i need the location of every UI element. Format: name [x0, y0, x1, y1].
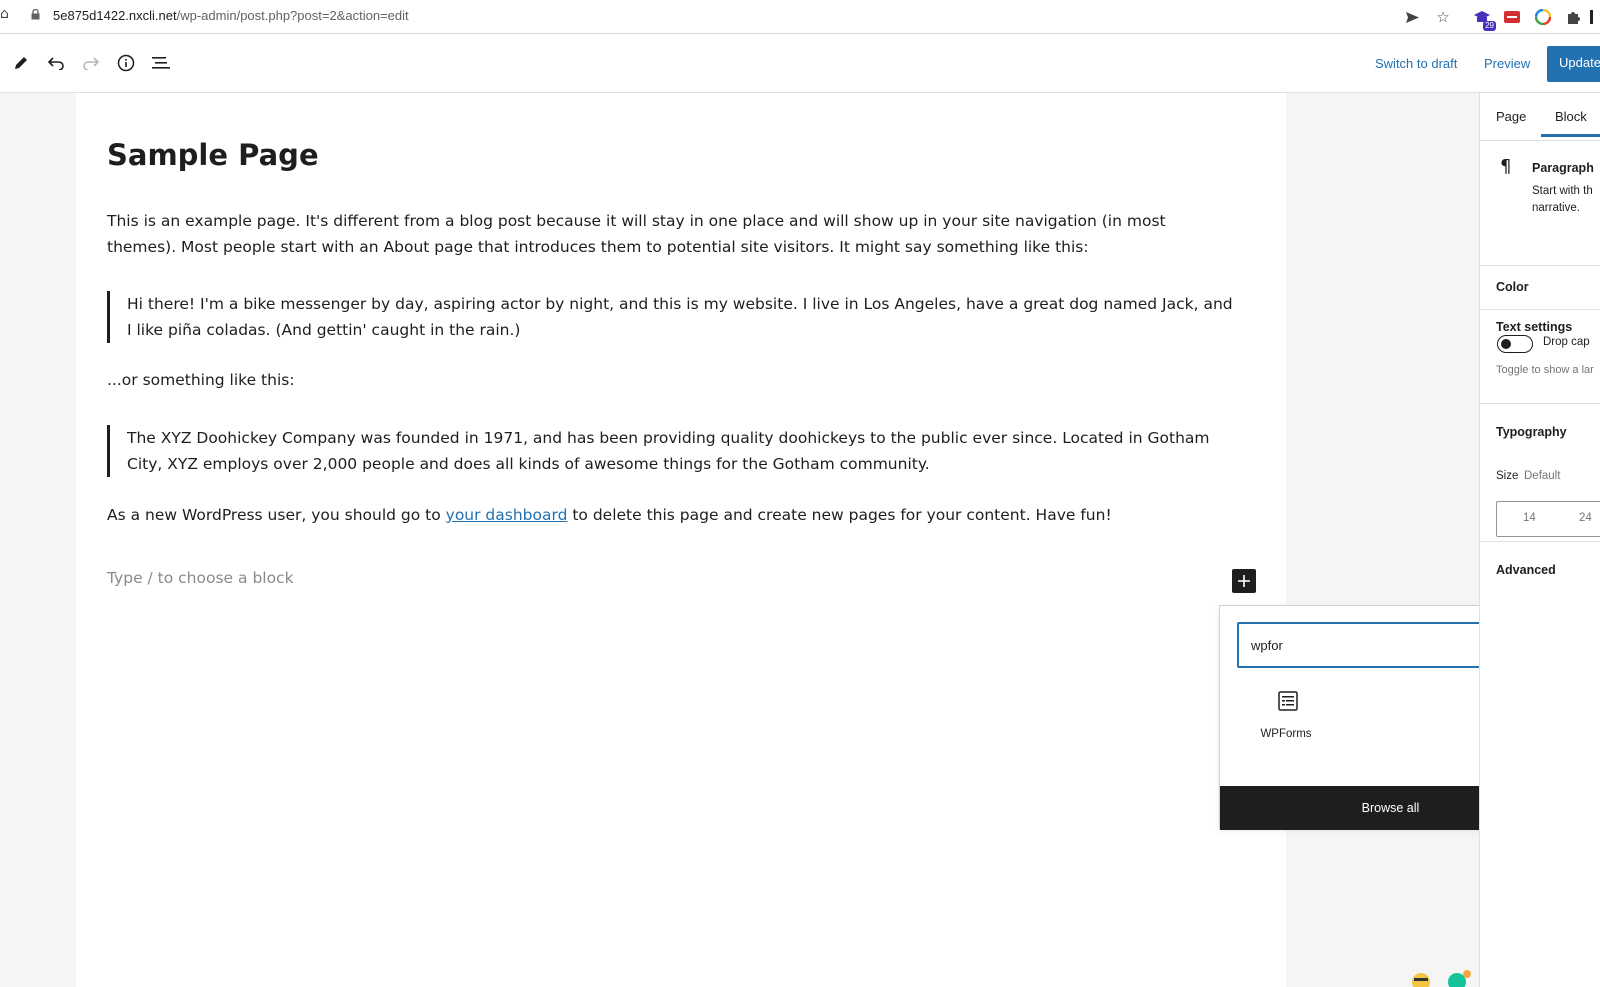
- paragraph-block-or-something[interactable]: ...or something like this:: [107, 367, 1237, 393]
- info-details-icon[interactable]: [113, 50, 139, 76]
- grammarly-icon[interactable]: [1446, 970, 1472, 987]
- inserter-search-input[interactable]: [1251, 635, 1491, 655]
- update-button[interactable]: Update: [1547, 46, 1600, 82]
- lock-icon[interactable]: [31, 9, 40, 20]
- font-size-value: Default: [1524, 470, 1561, 482]
- page-title[interactable]: Sample Page: [107, 138, 319, 172]
- color-panel[interactable]: Color: [1480, 266, 1600, 310]
- url-path: /wp-admin/post.php?post=2&action=edit: [176, 8, 409, 23]
- panel-title: Color: [1496, 280, 1529, 294]
- extension-badge: 29: [1483, 21, 1496, 31]
- quote-text: The XYZ Doohickey Company was founded in…: [127, 429, 1210, 473]
- typography-panel-title[interactable]: Typography: [1496, 425, 1567, 439]
- redo-icon[interactable]: [78, 50, 104, 76]
- advanced-panel-title[interactable]: Advanced: [1496, 563, 1556, 577]
- toggle-knob: [1501, 339, 1511, 349]
- inserter-result-wpforms[interactable]: WPForms: [1237, 690, 1335, 770]
- block-name: Paragraph: [1532, 161, 1594, 175]
- settings-sidebar: Page Block ¶ Paragraph Start with th nar…: [1479, 93, 1600, 987]
- form-icon: [1278, 691, 1298, 711]
- extensions-puzzle-icon[interactable]: [1563, 7, 1583, 27]
- divider: [1480, 541, 1600, 542]
- tab-page[interactable]: Page: [1496, 109, 1526, 124]
- font-size-label: Size: [1496, 470, 1519, 482]
- block-description: narrative.: [1532, 202, 1580, 214]
- divider: [1480, 403, 1600, 404]
- block-inserter-plus-button[interactable]: [1232, 569, 1256, 593]
- drop-cap-label: Drop cap: [1543, 336, 1590, 348]
- drop-cap-help: Toggle to show a lar: [1496, 364, 1594, 376]
- quote-text: Hi there! I'm a bike messenger by day, a…: [127, 295, 1233, 339]
- floating-extension-icons: [1410, 970, 1480, 987]
- emoji-face-icon[interactable]: [1410, 970, 1432, 987]
- list-view-icon[interactable]: [148, 50, 174, 76]
- browser-address-bar: ⌂ 5e875d1422.nxcli.net/wp-admin/post.php…: [0, 0, 1600, 34]
- paragraph-block-dashboard[interactable]: As a new WordPress user, you should go t…: [107, 502, 1237, 528]
- inserter-result-label: WPForms: [1260, 728, 1312, 740]
- font-size-picker[interactable]: 14 24: [1496, 501, 1600, 537]
- undo-icon[interactable]: [43, 50, 69, 76]
- bookmark-star-icon[interactable]: ☆: [1433, 7, 1453, 27]
- plus-icon: [1238, 575, 1250, 587]
- extension-color-wheel-icon[interactable]: [1533, 7, 1553, 27]
- panel-title[interactable]: Text settings: [1496, 320, 1572, 334]
- paragraph-text: As a new WordPress user, you should go t…: [107, 506, 446, 524]
- editor-canvas: Sample Page This is an example page. It'…: [76, 93, 1286, 987]
- send-icon[interactable]: [1402, 7, 1422, 27]
- extension-red-icon[interactable]: [1502, 7, 1522, 27]
- preview-button[interactable]: Preview: [1484, 56, 1530, 71]
- home-icon[interactable]: ⌂: [0, 6, 8, 24]
- paragraph-block-intro[interactable]: This is an example page. It's different …: [107, 208, 1237, 260]
- pencil-edit-icon[interactable]: [8, 50, 34, 76]
- paragraph-text: to delete this page and create new pages…: [567, 506, 1112, 524]
- font-size-option[interactable]: 14: [1523, 512, 1536, 524]
- block-description: Start with th: [1532, 185, 1593, 197]
- editor-header: Switch to draft Preview Update: [0, 34, 1600, 93]
- your-dashboard-link[interactable]: your dashboard: [446, 506, 568, 524]
- text-settings-panel: Text settings: [1480, 310, 1600, 415]
- address-url[interactable]: 5e875d1422.nxcli.net/wp-admin/post.php?p…: [53, 8, 409, 23]
- sidebar-tabs: Page Block: [1480, 93, 1600, 141]
- switch-to-draft-button[interactable]: Switch to draft: [1375, 56, 1457, 71]
- url-host: 5e875d1422.nxcli.net: [53, 8, 177, 23]
- font-size-option[interactable]: 24: [1579, 512, 1592, 524]
- extension-graduation-icon[interactable]: 29: [1472, 7, 1496, 31]
- paragraph-pilcrow-icon: ¶: [1500, 156, 1512, 177]
- quote-block-bike-messenger[interactable]: Hi there! I'm a bike messenger by day, a…: [107, 291, 1237, 343]
- profile-menu-icon[interactable]: [1590, 7, 1600, 27]
- drop-cap-toggle[interactable]: [1497, 335, 1533, 353]
- tab-block[interactable]: Block: [1541, 109, 1600, 137]
- quote-block-doohickey[interactable]: The XYZ Doohickey Company was founded in…: [107, 425, 1237, 477]
- block-card: ¶ Paragraph Start with th narrative.: [1480, 141, 1600, 266]
- empty-block-placeholder[interactable]: Type / to choose a block: [107, 569, 294, 587]
